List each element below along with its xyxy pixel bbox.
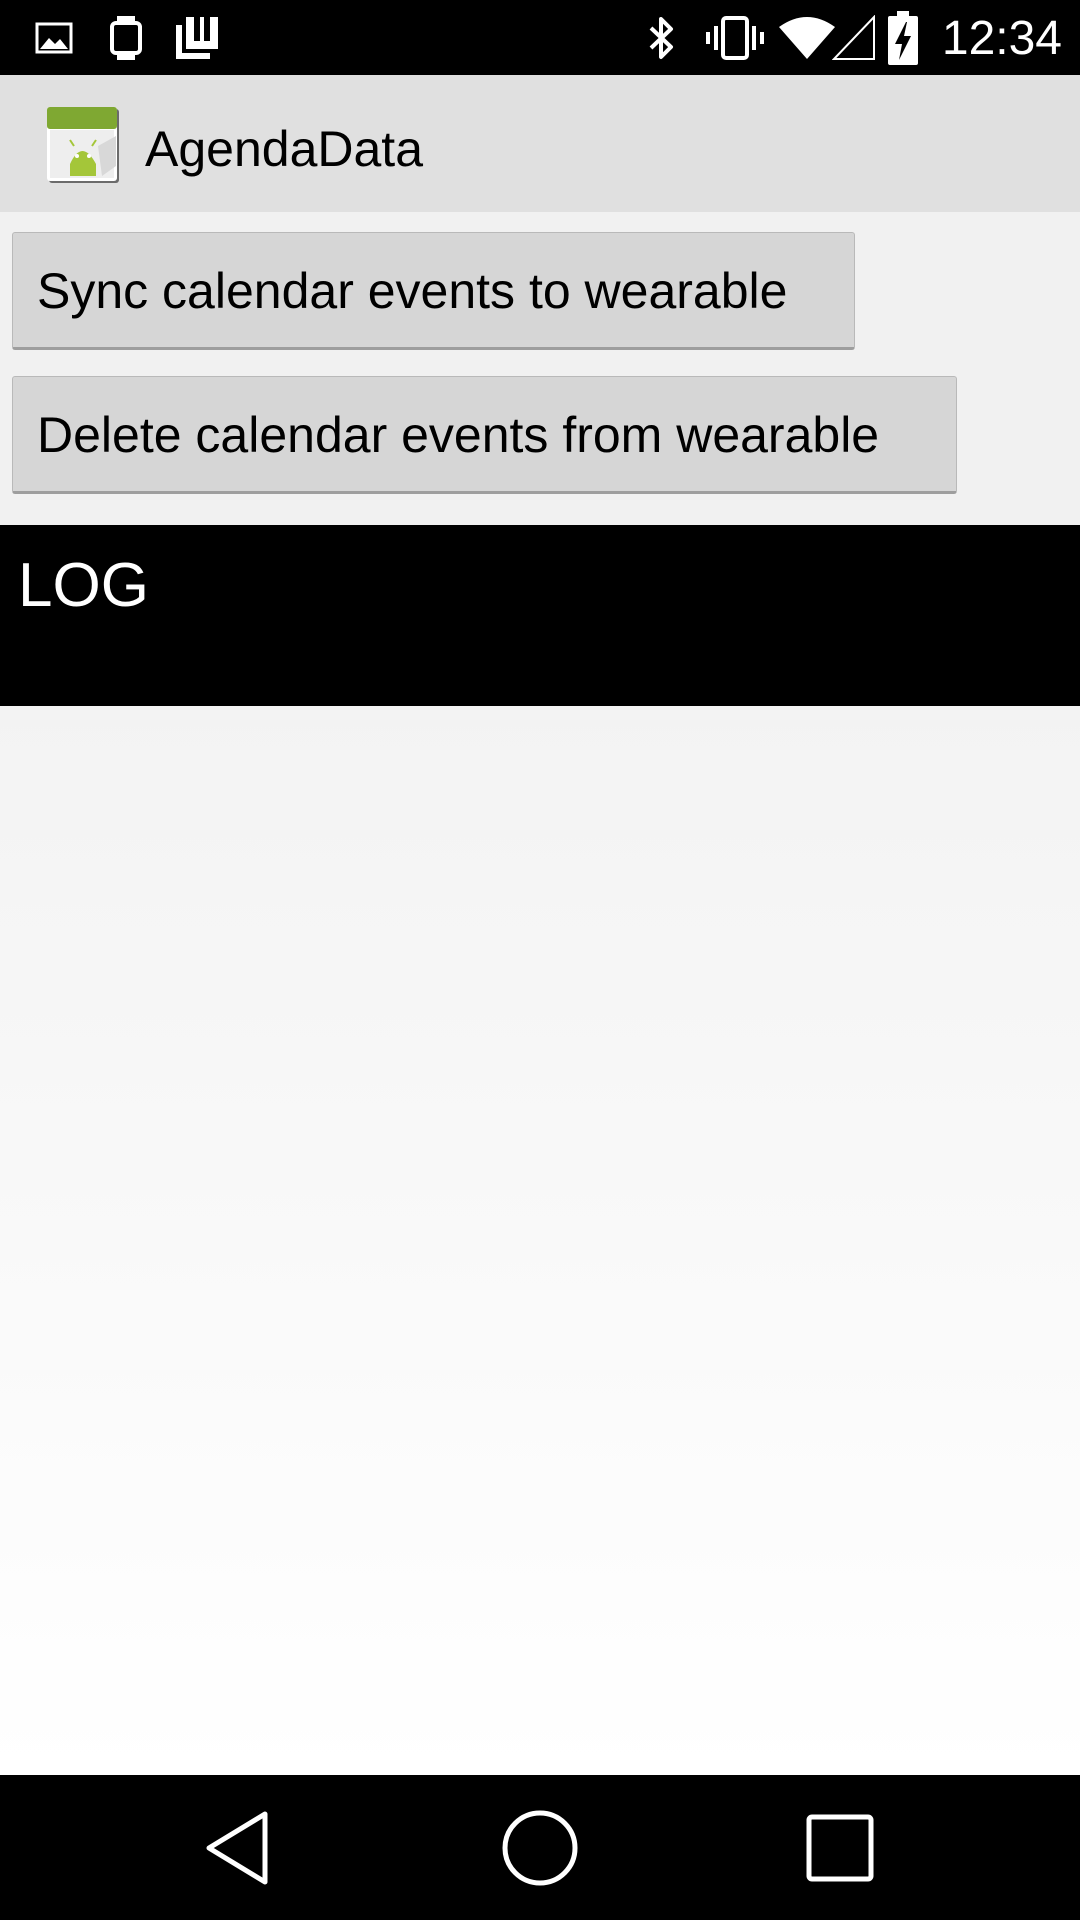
app-title: AgendaData — [145, 121, 424, 177]
status-bar-clock: 12:34 — [941, 12, 1062, 65]
home-icon[interactable] — [480, 1775, 600, 1920]
delete-calendar-events-button[interactable]: Delete calendar events from wearable — [12, 376, 957, 494]
android-app-icon — [46, 106, 122, 186]
battery-charging-icon — [886, 0, 920, 75]
vibrate-icon — [703, 0, 767, 75]
log-panel: LOG — [0, 525, 1080, 706]
image-notification-icon — [34, 0, 74, 75]
watch-icon — [106, 0, 146, 75]
log-label: LOG — [18, 551, 149, 620]
bluetooth-icon — [645, 0, 679, 75]
status-bar: 12:34 — [0, 0, 1080, 75]
cell-signal-icon — [832, 0, 876, 75]
wifi-icon — [776, 0, 838, 75]
recents-icon[interactable] — [780, 1775, 900, 1920]
screen: 12:34 AgendaData Sync calendar events to… — [0, 0, 1080, 1920]
main-content: Sync calendar events to wearable Delete … — [0, 212, 1080, 1775]
sync-calendar-events-button[interactable]: Sync calendar events to wearable — [12, 232, 855, 350]
navigation-bar — [0, 1775, 1080, 1920]
action-bar: AgendaData — [0, 75, 1080, 212]
back-icon[interactable] — [178, 1775, 298, 1920]
storage-notification-icon — [174, 0, 220, 75]
